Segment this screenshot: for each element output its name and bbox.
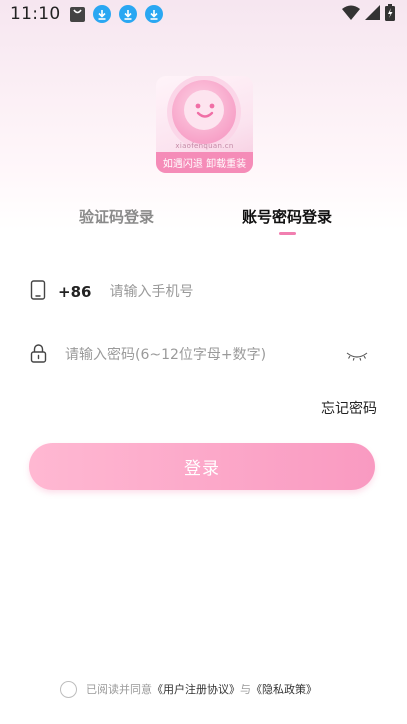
agreement-row: 已阅读并同意 《用户注册协议》 与 《隐私政策》 <box>60 679 317 699</box>
lock-icon <box>30 343 47 367</box>
signal-icon <box>365 4 380 24</box>
wifi-icon <box>342 5 360 24</box>
phone-input[interactable] <box>109 284 350 300</box>
phone-row: +86 <box>30 278 380 306</box>
privacy-policy-link[interactable]: 《隐私政策》 <box>251 681 317 697</box>
agreement-prefix: 已阅读并同意 <box>86 683 152 696</box>
login-button[interactable]: 登录 <box>29 443 375 490</box>
download-icon <box>144 5 163 23</box>
country-code[interactable]: +86 <box>58 283 91 301</box>
battery-charging-icon <box>385 3 395 25</box>
logo-smile-icon <box>172 80 236 144</box>
status-right-icons <box>342 3 395 25</box>
download-icon <box>118 5 137 23</box>
login-screen: 11:10 xiaofenquan.cn 如遇闪退 卸载重装 验证码登录 账号密… <box>0 0 407 724</box>
phone-icon <box>30 280 46 304</box>
app-logo: xiaofenquan.cn 如遇闪退 卸载重装 <box>156 76 253 173</box>
status-time: 11:10 <box>10 4 61 24</box>
status-bar: 11:10 <box>0 0 407 28</box>
password-input[interactable] <box>65 347 325 363</box>
agreement-checkbox[interactable] <box>60 680 77 698</box>
active-tab-indicator <box>279 232 296 235</box>
logo-banner: 如遇闪退 卸载重装 <box>156 152 253 173</box>
download-icon <box>92 5 111 23</box>
password-row <box>30 341 380 369</box>
agreement-connector: 与 <box>240 683 251 696</box>
bag-icon <box>69 6 86 23</box>
tab-sms-login[interactable]: 验证码登录 <box>79 206 154 227</box>
logo-site-text: xiaofenquan.cn <box>175 142 234 150</box>
eye-closed-icon[interactable] <box>346 347 368 366</box>
user-agreement-link[interactable]: 《用户注册协议》 <box>152 681 240 697</box>
tab-password-login[interactable]: 账号密码登录 <box>242 206 332 227</box>
forgot-password-link[interactable]: 忘记密码 <box>321 398 377 418</box>
